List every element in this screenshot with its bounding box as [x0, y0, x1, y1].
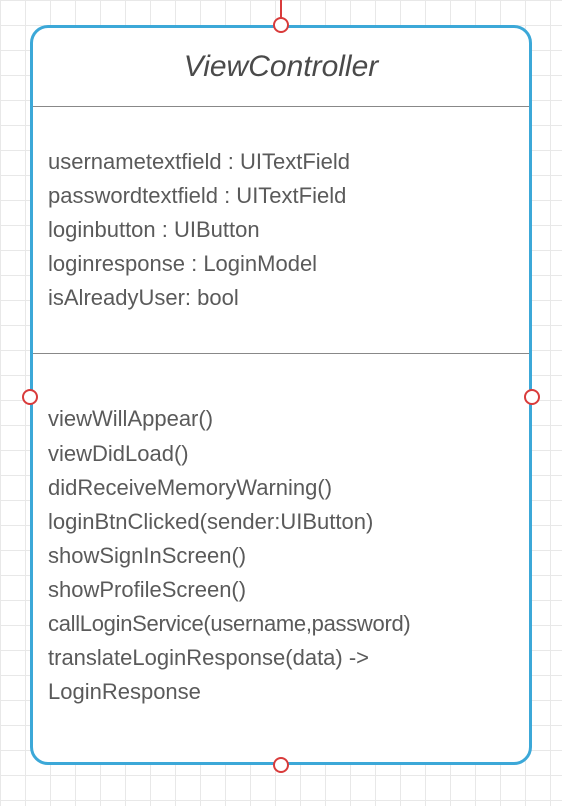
- attribute-row: loginbutton : UIButton: [48, 213, 514, 247]
- attribute-row: passwordtextfield : UITextField: [48, 179, 514, 213]
- method-row: viewDidLoad(): [48, 437, 514, 471]
- method-row: LoginResponse: [48, 675, 514, 709]
- attribute-row: usernametextfield : UITextField: [48, 145, 514, 179]
- connection-port-bottom[interactable]: [273, 757, 289, 773]
- connection-port-left[interactable]: [22, 389, 38, 405]
- attribute-row: loginresponse : LoginModel: [48, 247, 514, 281]
- method-row: showProfileScreen(): [48, 573, 514, 607]
- class-methods-section: viewWillAppear() viewDidLoad() didReceiv…: [33, 354, 529, 739]
- method-row: didReceiveMemoryWarning(): [48, 471, 514, 505]
- uml-class-box[interactable]: ViewController usernametextfield : UITex…: [30, 25, 532, 765]
- class-name-title: ViewController: [33, 28, 529, 107]
- connection-port-top[interactable]: [273, 17, 289, 33]
- attribute-row: isAlreadyUser: bool: [48, 281, 514, 315]
- method-row: loginBtnClicked(sender:UIButton): [48, 505, 514, 539]
- method-row: showSignInScreen(): [48, 539, 514, 573]
- method-row: callLoginService(username,password): [48, 607, 514, 641]
- connection-port-right[interactable]: [524, 389, 540, 405]
- class-attributes-section: usernametextfield : UITextField password…: [33, 107, 529, 354]
- method-row: viewWillAppear(): [48, 402, 514, 436]
- method-row: translateLoginResponse(data) ->: [48, 641, 514, 675]
